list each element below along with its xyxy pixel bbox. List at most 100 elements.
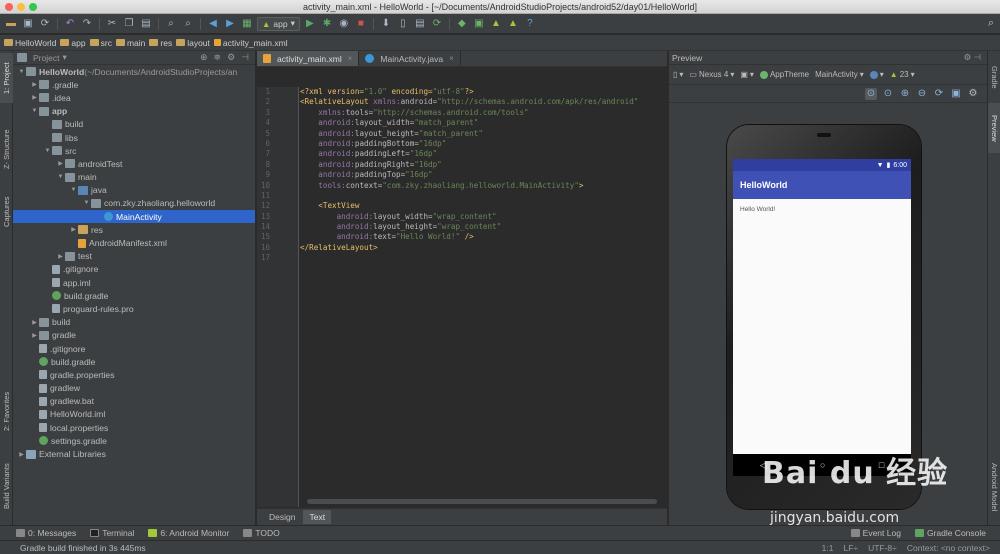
hide-panel-icon[interactable]: ⊣	[241, 52, 249, 63]
cut-icon[interactable]: ✂	[105, 17, 119, 31]
device-monitor-icon[interactable]: ▣	[472, 17, 486, 31]
tree-item[interactable]: build.gradle	[13, 289, 255, 302]
tree-item[interactable]: ▶ .gradle	[13, 78, 255, 91]
search-everywhere-icon[interactable]: ⌕	[988, 17, 994, 30]
tree-item[interactable]: ▼ app	[13, 105, 255, 118]
event-log-tool-button[interactable]: Event Log	[850, 528, 901, 538]
preview-settings-icon[interactable]: ⚙ ⊣	[964, 52, 981, 63]
help-icon[interactable]: ?	[523, 17, 537, 31]
locale-dropdown[interactable]: ▾	[869, 70, 884, 79]
tab-gradle[interactable]: Gradle	[988, 55, 1000, 99]
paste-icon[interactable]: ▤	[139, 17, 153, 31]
tab-favorites[interactable]: 2: Favorites	[0, 381, 13, 441]
tab-android-model[interactable]: Android Model	[988, 451, 1000, 523]
close-window-icon[interactable]	[5, 3, 13, 11]
android-sdk-icon[interactable]: ▲	[489, 17, 503, 31]
preview-options-icon[interactable]: ⚙	[967, 88, 979, 100]
sdk-manager-icon[interactable]: ⬇	[379, 17, 393, 31]
messages-tool-button[interactable]: 0: Messages	[16, 528, 76, 538]
tree-item[interactable]: proguard-rules.pro	[13, 302, 255, 315]
tree-item[interactable]: ▼ main	[13, 171, 255, 184]
tree-item[interactable]: .gitignore	[13, 342, 255, 355]
tree-item[interactable]: .gitignore	[13, 263, 255, 276]
breadcrumb-item[interactable]: activity_main.xml	[213, 38, 288, 48]
close-tab-icon[interactable]: ×	[348, 54, 353, 63]
zoom-window-icon[interactable]	[29, 3, 37, 11]
tree-item[interactable]: ▶ .idea	[13, 91, 255, 104]
run-icon[interactable]: ▶	[303, 17, 317, 31]
breadcrumb-item[interactable]: app	[60, 38, 86, 48]
breadcrumb-item[interactable]: HelloWorld	[4, 38, 56, 48]
zoom-to-fit-icon[interactable]: ⊙	[865, 87, 877, 100]
close-tab-icon[interactable]: ×	[449, 54, 454, 63]
zoom-out-icon[interactable]: ⊖	[916, 88, 928, 100]
collapsed-arrow-icon[interactable]: ▶	[56, 253, 65, 260]
back-icon[interactable]: ◀	[206, 17, 220, 31]
orientation-dropdown[interactable]: ▣ ▾	[740, 70, 754, 79]
tree-item[interactable]: app.iml	[13, 276, 255, 289]
collapsed-arrow-icon[interactable]: ▶	[17, 451, 26, 458]
avd-manager-icon[interactable]: ▯	[396, 17, 410, 31]
collapsed-arrow-icon[interactable]: ▶	[30, 94, 39, 101]
tree-item[interactable]: ▼ HelloWorld (~/Documents/AndroidStudioPr…	[13, 65, 255, 78]
tab-design[interactable]: Design	[263, 510, 301, 524]
file-encoding[interactable]: UTF-8÷	[868, 543, 897, 553]
caret-position[interactable]: 1:1	[822, 543, 834, 553]
copy-icon[interactable]: ❐	[122, 17, 136, 31]
activity-dropdown[interactable]: MainActivity ▾	[815, 70, 864, 79]
gradle-console-tool-button[interactable]: Gradle Console	[914, 528, 986, 538]
breadcrumb-item[interactable]: main	[115, 38, 145, 48]
breadcrumb-item[interactable]: src	[89, 38, 112, 48]
tree-item[interactable]: gradlew.bat	[13, 395, 255, 408]
expanded-arrow-icon[interactable]: ▼	[30, 108, 39, 114]
tab-mainactivity-java[interactable]: MainActivity.java ×	[359, 51, 461, 66]
breadcrumb-item[interactable]: layout	[176, 38, 210, 48]
tree-item[interactable]: ▶ androidTest	[13, 157, 255, 170]
actual-size-icon[interactable]: ⊙	[882, 88, 894, 100]
redo-icon[interactable]: ↷	[80, 17, 94, 31]
collapsed-arrow-icon[interactable]: ▶	[30, 332, 39, 339]
tree-item[interactable]: AndroidManifest.xml	[13, 236, 255, 249]
tree-item[interactable]: ▶ gradle	[13, 329, 255, 342]
replace-icon[interactable]: ⌕	[181, 17, 195, 31]
tree-item[interactable]: gradlew	[13, 382, 255, 395]
terminal-tool-button[interactable]: Terminal	[90, 528, 134, 538]
location-icon[interactable]: ◆	[455, 17, 469, 31]
tree-item[interactable]: gradle.properties	[13, 368, 255, 381]
android-debug-icon[interactable]: ▲	[506, 17, 520, 31]
minimize-window-icon[interactable]	[17, 3, 25, 11]
gradle-sync-icon[interactable]: ⟳	[430, 17, 444, 31]
tree-item[interactable]: ▼ java	[13, 184, 255, 197]
code-text-area[interactable]: <?xml version="1.0" encoding="utf-8"?> <R…	[300, 87, 665, 264]
tab-captures[interactable]: Captures	[0, 187, 13, 237]
line-separator[interactable]: LF÷	[843, 543, 858, 553]
tree-item[interactable]: libs	[13, 131, 255, 144]
tab-preview[interactable]: Preview	[988, 103, 1000, 153]
tree-item[interactable]: ▶ res	[13, 223, 255, 236]
android-monitor-tool-button[interactable]: 6: Android Monitor	[148, 528, 229, 538]
tree-item[interactable]: HelloWorld.iml	[13, 408, 255, 421]
tree-item[interactable]: build.gradle	[13, 355, 255, 368]
layout-file-dropdown[interactable]: ▯ ▾	[673, 70, 683, 79]
tab-project[interactable]: 1: Project	[0, 53, 13, 103]
tree-item[interactable]: ▼ src	[13, 144, 255, 157]
make-project-icon[interactable]: ▦	[240, 17, 254, 31]
tree-item[interactable]: ▶ test	[13, 250, 255, 263]
api-level-dropdown[interactable]: ▲ 23 ▾	[890, 70, 915, 79]
sync-icon[interactable]: ⟳	[38, 17, 52, 31]
collapsed-arrow-icon[interactable]: ▶	[69, 226, 78, 233]
context-indicator[interactable]: Context: <no context>	[907, 543, 990, 553]
settings-gear-icon[interactable]: ⚙	[227, 52, 235, 63]
tree-item[interactable]: settings.gradle	[13, 434, 255, 447]
breadcrumb-item[interactable]: res	[149, 38, 172, 48]
forward-icon[interactable]: ▶	[223, 17, 237, 31]
todo-tool-button[interactable]: TODO	[243, 528, 280, 538]
tree-item[interactable]: ▶ build	[13, 316, 255, 329]
open-folder-icon[interactable]: ▬	[4, 17, 18, 31]
theme-dropdown[interactable]: AppTheme	[759, 70, 809, 79]
tree-item[interactable]: build	[13, 118, 255, 131]
tree-item[interactable]: ▶ External Libraries	[13, 447, 255, 460]
tree-item[interactable]: ▼ com.zky.zhaoliang.helloworld	[13, 197, 255, 210]
attach-debugger-icon[interactable]: ◉	[337, 17, 351, 31]
expanded-arrow-icon[interactable]: ▼	[69, 187, 78, 193]
